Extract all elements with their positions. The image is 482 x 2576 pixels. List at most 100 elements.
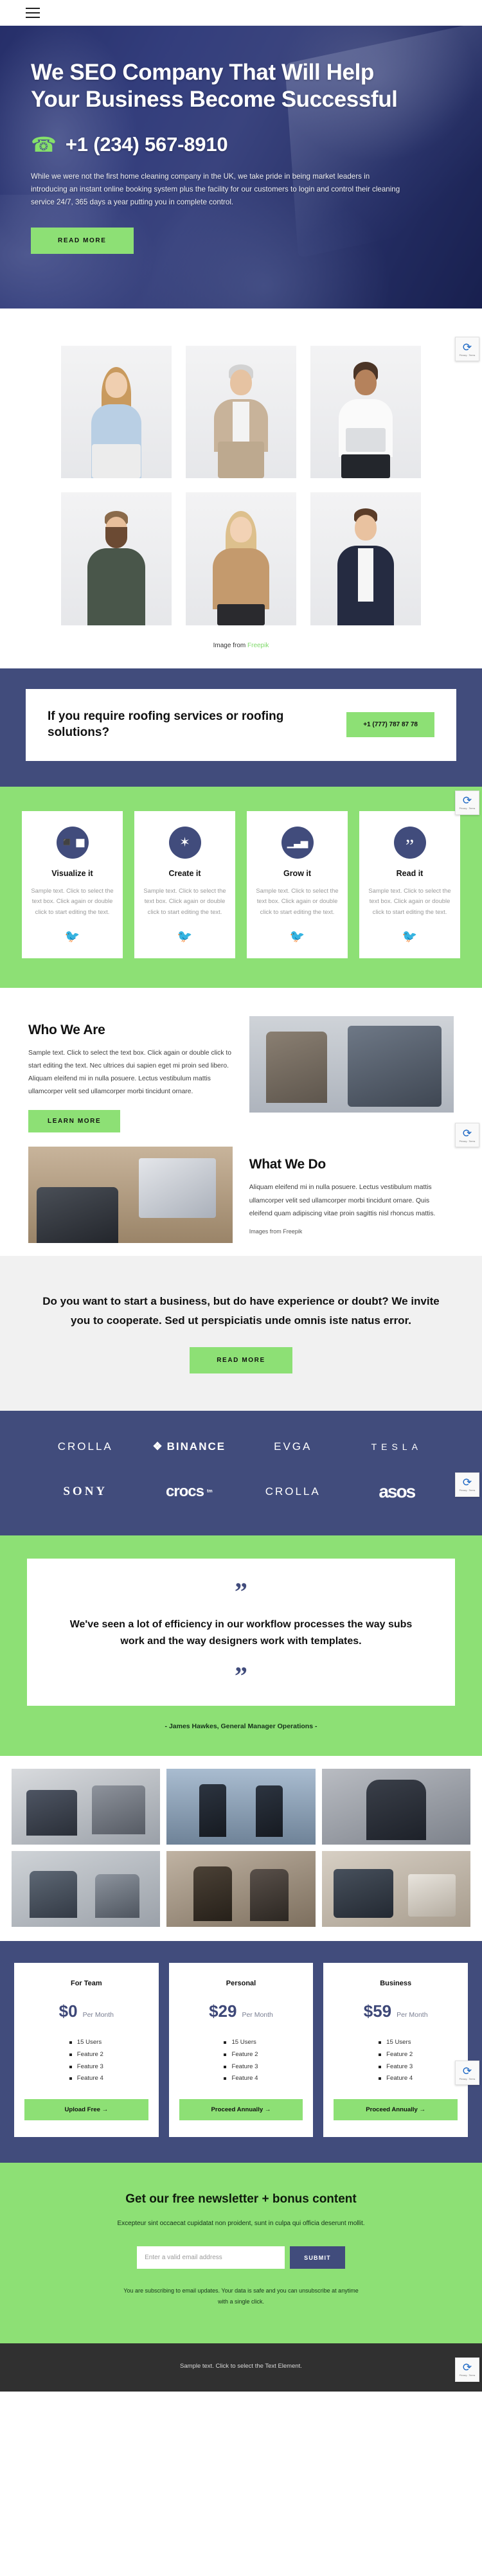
roofing-card: If you require roofing services or roofi… — [26, 688, 456, 761]
recaptcha-icon: ⟳ — [462, 1476, 472, 1489]
feature-card-create[interactable]: ✶ Create it Sample text. Click to select… — [134, 810, 235, 959]
plan-cta-proceed-annually-personal[interactable]: Proceed Annually → — [179, 2098, 303, 2120]
team-member-photo-3 — [310, 346, 421, 479]
recaptcha-icon: ⟳ — [462, 1127, 472, 1140]
plan-name: Personal — [226, 1980, 256, 1988]
team-gallery-section: ⟳ Privacy - Terms Image from Freepik — [0, 309, 482, 668]
pricing-grid: For Team $0 Per Month 15 Users Feature 2… — [14, 1963, 468, 2137]
tesla-logo: TESLA — [371, 1441, 422, 1452]
twitter-bird-icon[interactable]: 🐦 — [143, 929, 226, 944]
newsletter-email-input[interactable] — [137, 2246, 285, 2269]
newsletter-title: Get our free newsletter + bonus content — [125, 2192, 357, 2206]
who-we-are-row: Who We Are Sample text. Click to select … — [28, 1016, 454, 1133]
evga-logo: EVGA — [274, 1440, 312, 1453]
newsletter-submit-button[interactable]: SUBMIT — [290, 2246, 345, 2269]
woman-headphones-photo — [321, 1769, 470, 1845]
plan-feature: 15 Users — [224, 2037, 258, 2049]
hero-phone-number: +1 (234) 567-8910 — [65, 132, 228, 156]
feature-text: Sample text. Click to select the text bo… — [143, 886, 226, 915]
recaptcha-badge-2[interactable]: ⟳ Privacy - Terms — [455, 790, 479, 815]
recaptcha-badge-6[interactable]: ⟳ Privacy - Terms — [455, 2357, 479, 2382]
plan-feature: Feature 4 — [69, 2073, 103, 2085]
business-cta-section: Do you want to start a business, but do … — [0, 1256, 482, 1411]
business-cta-title: Do you want to start a business, but do … — [42, 1295, 440, 1327]
plan-period: Per Month — [242, 2011, 273, 2019]
roofing-cta-section: If you require roofing services or roofi… — [0, 668, 482, 787]
plan-feature: 15 Users — [69, 2037, 103, 2049]
hero-phone[interactable]: ☎ +1 (234) 567-8910 — [31, 133, 451, 156]
recaptcha-badge-3[interactable]: ⟳ Privacy - Terms — [455, 1123, 479, 1148]
recaptcha-icon: ⟳ — [462, 2064, 472, 2077]
team-member-photo-1 — [61, 346, 172, 479]
hero-section: We SEO Company That Will Help Your Busin… — [0, 26, 482, 309]
team-member-photo-6 — [310, 492, 421, 625]
node-network-icon: ✶ — [168, 826, 201, 859]
binance-mark-icon: ❖ — [152, 1440, 164, 1453]
plan-price: $29 — [209, 2001, 237, 2021]
feature-card-read[interactable]: ” Read it Sample text. Click to select t… — [359, 810, 460, 959]
plan-feature: Feature 2 — [379, 2049, 413, 2061]
desk-tablet-photo — [321, 1851, 470, 1928]
coworkers-laptop-photo — [12, 1851, 161, 1928]
hamburger-menu-icon[interactable] — [26, 8, 40, 18]
shapes-icon: ◾◼ — [56, 826, 89, 859]
close-quote-icon: ” — [235, 1661, 247, 1691]
desk-collaboration-photo — [28, 1147, 233, 1244]
team-caption: Image from Freepik — [61, 642, 421, 649]
crocs-logo-text: crocs — [165, 1482, 204, 1500]
team-caption-prefix: Image from — [213, 641, 247, 649]
recaptcha-label: Privacy - Terms — [459, 1140, 476, 1143]
twitter-bird-icon[interactable]: 🐦 — [368, 929, 451, 944]
plan-cta-upload-free[interactable]: Upload Free → — [24, 2098, 148, 2120]
feature-title: Create it — [168, 868, 201, 878]
recaptcha-icon: ⟳ — [462, 794, 472, 807]
plan-feature: Feature 3 — [379, 2061, 413, 2073]
recaptcha-label: Privacy - Terms — [459, 353, 476, 357]
hero-read-more-button[interactable]: READ MORE — [31, 227, 134, 254]
what-we-do-body: Aliquam eleifend mi in nulla posuere. Le… — [249, 1184, 436, 1217]
plan-price: $0 — [58, 2001, 78, 2021]
team-member-photo-5 — [186, 492, 296, 625]
what-we-do-row: What We Do Aliquam eleifend mi in nulla … — [28, 1147, 454, 1244]
recaptcha-badge[interactable]: ⟳ Privacy - Terms — [455, 337, 479, 361]
feature-card-visualize[interactable]: ◾◼ Visualize it Sample text. Click to se… — [22, 810, 123, 959]
what-we-do-heading: What We Do — [249, 1157, 326, 1172]
logo-row-2: SONY crocs tm CROLLA asos — [33, 1481, 449, 1502]
feature-text: Sample text. Click to select the text bo… — [256, 886, 339, 915]
recaptcha-icon: ⟳ — [462, 2361, 472, 2374]
freepik-link[interactable]: Freepik — [247, 642, 269, 649]
office-discussion-photo — [12, 1769, 161, 1845]
testimonial-text: We've seen a lot of efficiency in our wo… — [69, 1618, 413, 1647]
features-section: ⟳ Privacy - Terms ◾◼ Visualize it Sample… — [0, 786, 482, 988]
recaptcha-label: Privacy - Terms — [459, 807, 476, 810]
crocs-tm-mark: tm — [206, 1489, 213, 1494]
twitter-bird-icon[interactable]: 🐦 — [256, 929, 339, 944]
plan-feature: Feature 3 — [224, 2061, 258, 2073]
newsletter-section: Get our free newsletter + bonus content … — [0, 2162, 482, 2343]
sony-logo: SONY — [63, 1484, 108, 1498]
plan-price: $59 — [363, 2001, 392, 2021]
plan-feature: Feature 2 — [224, 2049, 258, 2061]
plan-cta-proceed-annually-business[interactable]: Proceed Annually → — [334, 2098, 458, 2120]
twitter-bird-icon[interactable]: 🐦 — [31, 929, 114, 944]
recaptcha-label: Privacy - Terms — [459, 2077, 476, 2080]
feature-card-grow[interactable]: ▁▃▅ Grow it Sample text. Click to select… — [247, 810, 348, 959]
team-meeting-photo — [249, 1016, 454, 1113]
roofing-phone-button[interactable]: +1 (777) 787 87 78 — [346, 712, 434, 738]
gallery-grid — [12, 1769, 470, 1928]
plan-price-row: $59 Per Month — [334, 2001, 458, 2021]
recaptcha-badge-5[interactable]: ⟳ Privacy - Terms — [455, 2061, 479, 2086]
silhouette-meeting-photo — [166, 1769, 316, 1845]
team-member-photo-2 — [186, 346, 296, 479]
who-we-are-heading: Who We Are — [28, 1023, 105, 1038]
quote-icon: ” — [393, 826, 426, 859]
navbar — [0, 0, 482, 26]
bar-chart-up-icon: ▁▃▅ — [281, 826, 314, 859]
team-brainstorm-photo — [166, 1851, 316, 1928]
crolla-logo-2: CROLLA — [265, 1485, 321, 1498]
plan-price-row: $0 Per Month — [24, 2001, 148, 2021]
business-cta-button[interactable]: READ MORE — [190, 1346, 292, 1373]
recaptcha-badge-4[interactable]: ⟳ Privacy - Terms — [455, 1472, 479, 1497]
learn-more-button[interactable]: LEARN MORE — [28, 1110, 121, 1133]
about-section: ⟳ Privacy - Terms Who We Are Sample text… — [0, 988, 482, 1257]
